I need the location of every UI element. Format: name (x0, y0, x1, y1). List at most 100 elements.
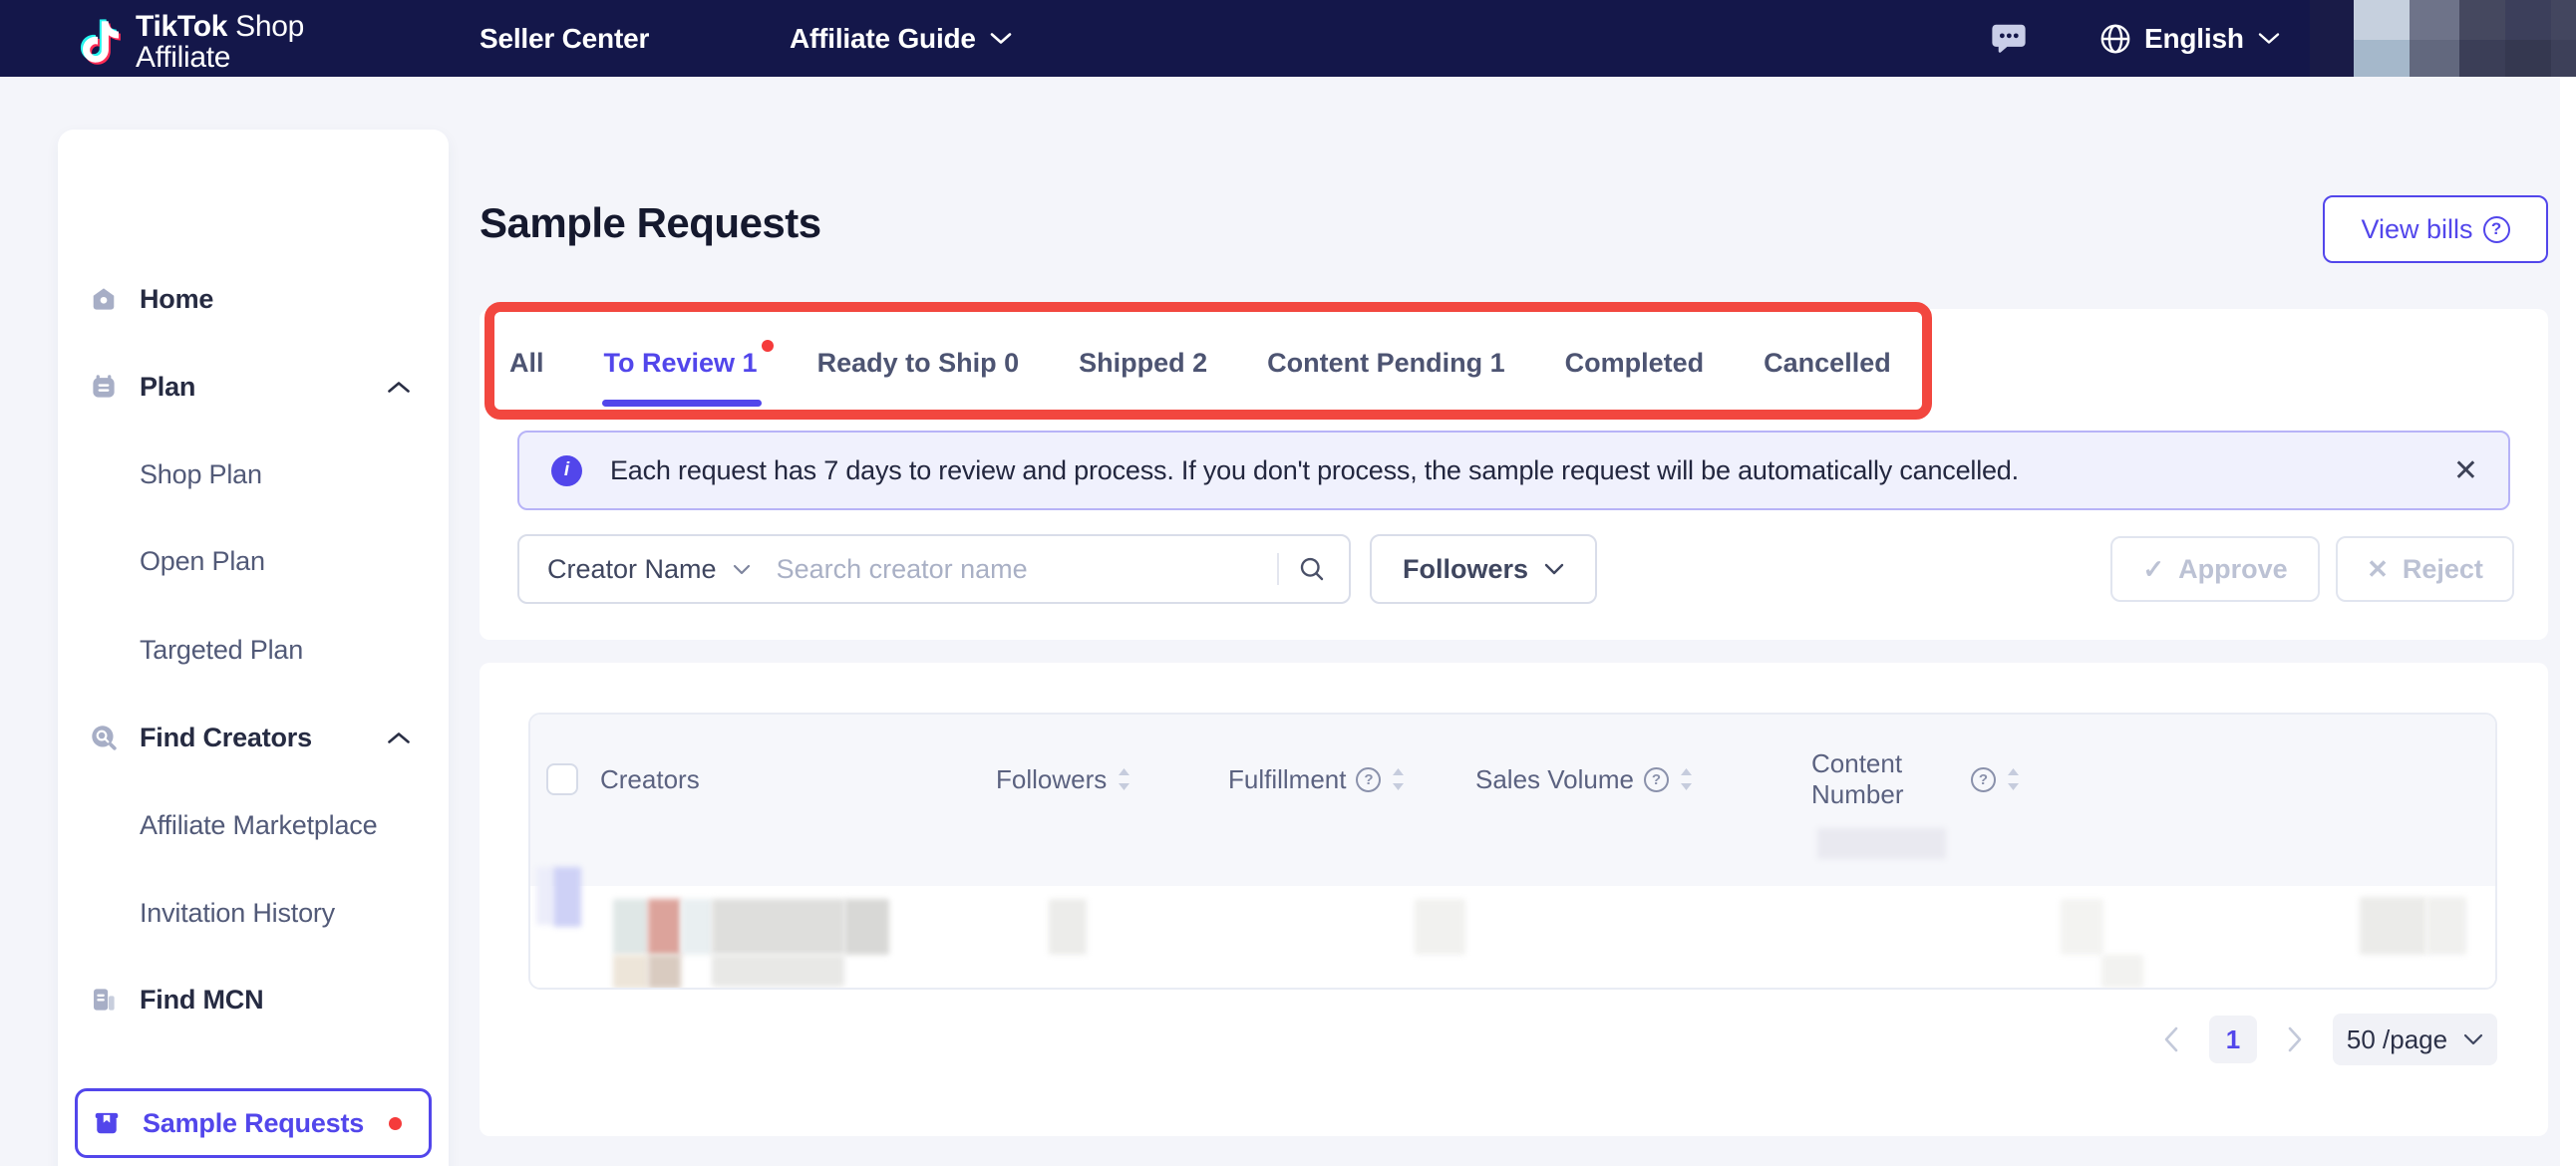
sidebar-item-invitation-history[interactable]: Invitation History (58, 878, 449, 948)
column-header-sales-volume: Sales Volume ? (1475, 715, 1694, 844)
redacted-block (1415, 899, 1465, 955)
scrollbar-track[interactable] (2560, 77, 2576, 1166)
search-icon[interactable] (1297, 554, 1327, 584)
redacted-block (648, 899, 681, 955)
x-icon: ✕ (2367, 553, 2389, 584)
chat-button[interactable] (1989, 0, 2029, 77)
sort-icon[interactable] (1391, 766, 1406, 792)
pagination: 1 50 /page (2163, 1014, 2497, 1065)
redacted-block (553, 867, 581, 927)
redacted-block (2426, 897, 2466, 955)
reject-button[interactable]: ✕ Reject (2336, 536, 2514, 602)
column-header-content-number: Content Number ? (1811, 715, 2021, 844)
home-icon (91, 286, 117, 312)
redacted-block (536, 867, 553, 925)
check-icon: ✓ (2142, 553, 2165, 584)
avatar[interactable] (2310, 0, 2576, 77)
followers-filter-dropdown[interactable]: Followers (1370, 534, 1597, 604)
sidebar-item-home[interactable]: Home (58, 264, 449, 334)
notification-dot (389, 1116, 402, 1130)
sidebar-item-find-mcn[interactable]: Find MCN (58, 965, 449, 1034)
tab-completed[interactable]: Completed (1565, 316, 1705, 411)
notification-dot (761, 339, 774, 352)
tab-all[interactable]: All (509, 316, 544, 411)
sidebar-item-affiliate-marketplace[interactable]: Affiliate Marketplace (58, 790, 449, 860)
language-label: English (2144, 22, 2244, 54)
info-icon: i (551, 454, 582, 486)
search-input[interactable] (750, 553, 1277, 585)
table-header: Creators Followers Fulfillment ? Sales V… (530, 715, 2495, 886)
sort-icon[interactable] (2006, 766, 2021, 792)
view-bills-button[interactable]: View bills ? (2323, 195, 2548, 263)
info-banner: i Each request has 7 days to review and … (517, 431, 2510, 510)
nav-affiliate-guide[interactable]: Affiliate Guide (790, 0, 1012, 77)
redacted-block (681, 899, 712, 955)
page-number[interactable]: 1 (2209, 1016, 2257, 1063)
sort-icon[interactable] (1117, 766, 1131, 792)
search-field-selector[interactable]: Creator Name (519, 554, 751, 585)
tiktok-shop-affiliate-logo[interactable]: TikTok Shop Affiliate (76, 11, 304, 73)
sidebar-item-sample-requests[interactable]: Sample Requests (75, 1088, 432, 1158)
redacted-block (2061, 899, 2103, 955)
redacted-block (1817, 828, 1946, 859)
tab-to-review[interactable]: To Review 1 (601, 316, 774, 411)
next-page-icon[interactable] (2287, 1026, 2303, 1052)
redacted-block (648, 955, 681, 988)
sort-icon[interactable] (1679, 766, 1694, 792)
previous-page-icon[interactable] (2163, 1026, 2179, 1052)
search-icon (91, 725, 117, 750)
divider (1277, 553, 1279, 585)
chevron-down-icon (990, 32, 1012, 45)
nav-seller-center[interactable]: Seller Center (480, 0, 649, 77)
chevron-up-icon (387, 381, 411, 394)
redacted-block (712, 899, 844, 955)
logo-text: TikTok Shop Affiliate (136, 11, 304, 73)
redacted-block (2101, 955, 2143, 988)
language-selector[interactable]: English (2098, 0, 2280, 77)
globe-icon (2098, 22, 2132, 56)
help-icon[interactable]: ? (1643, 766, 1669, 792)
topbar: TikTok Shop Affiliate Seller Center Affi… (0, 0, 2576, 77)
logo-shop: Shop (227, 10, 305, 43)
page-title: Sample Requests (480, 199, 821, 246)
tab-ready-to-ship[interactable]: Ready to Ship 0 (817, 316, 1020, 411)
sidebar-item-shop-plan[interactable]: Shop Plan (58, 439, 449, 509)
redacted-block (2360, 897, 2426, 955)
help-icon[interactable]: ? (1356, 766, 1382, 792)
tab-cancelled[interactable]: Cancelled (1764, 316, 1891, 411)
chat-bubble-icon (1989, 20, 2029, 58)
logo-tiktok: TikTok (136, 10, 228, 43)
screen: TikTok Shop Affiliate Seller Center Affi… (0, 0, 2576, 1166)
chevron-down-icon (2463, 1033, 2483, 1045)
help-icon[interactable]: ? (1971, 766, 1996, 792)
tab-content-pending[interactable]: Content Pending 1 (1267, 316, 1505, 411)
sidebar-item-find-creators[interactable]: Find Creators (58, 703, 449, 772)
sidebar-item-plan[interactable]: Plan (58, 352, 449, 422)
status-tabs: All To Review 1 Ready to Ship 0 Shipped … (480, 309, 1891, 417)
banner-text: Each request has 7 days to review and pr… (610, 454, 2019, 485)
logo-affiliate: Affiliate (136, 41, 231, 74)
plan-icon (91, 374, 117, 400)
chevron-down-icon (2258, 32, 2280, 45)
approve-button[interactable]: ✓ Approve (2110, 536, 2320, 602)
sidebar: Home Plan Shop Plan Open Plan Targeted P… (58, 130, 449, 1166)
requests-toolbar-card: All To Review 1 Ready to Ship 0 Shipped … (480, 309, 2548, 640)
tab-shipped[interactable]: Shipped 2 (1079, 316, 1207, 411)
chevron-down-icon (1544, 563, 1564, 575)
help-icon: ? (2482, 215, 2510, 243)
sidebar-item-open-plan[interactable]: Open Plan (58, 526, 449, 596)
chevron-down-icon (733, 564, 751, 575)
close-icon[interactable]: ✕ (2453, 453, 2478, 488)
tiktok-note-icon (76, 15, 126, 69)
redacted-block (712, 955, 844, 987)
redacted-block (613, 955, 648, 988)
creator-search-group: Creator Name (517, 534, 1351, 604)
column-header-fulfillment: Fulfillment ? (1228, 715, 1406, 844)
chevron-up-icon (387, 731, 411, 744)
redacted-block (613, 899, 648, 955)
sidebar-item-targeted-plan[interactable]: Targeted Plan (58, 615, 449, 685)
requests-table-card: Creators Followers Fulfillment ? Sales V… (480, 663, 2548, 1136)
select-all-checkbox[interactable] (546, 763, 578, 795)
column-header-followers: Followers (996, 715, 1131, 844)
page-size-dropdown[interactable]: 50 /page (2333, 1014, 2497, 1065)
